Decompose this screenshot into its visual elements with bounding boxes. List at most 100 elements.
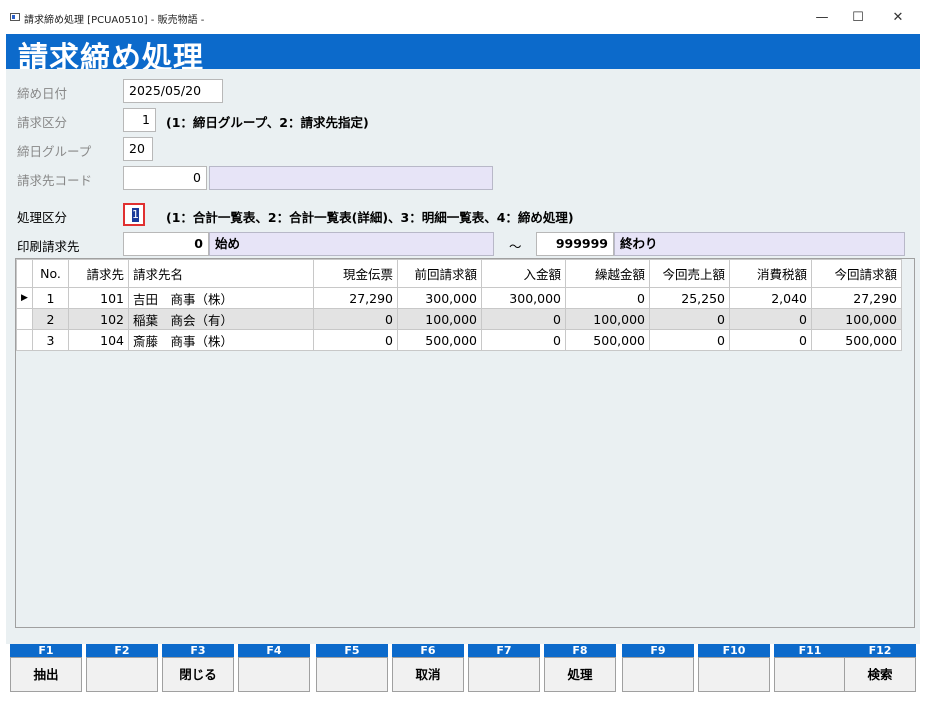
row-selector[interactable] (16, 308, 33, 330)
maximize-button[interactable]: ☐ (838, 4, 878, 32)
row-selector[interactable] (16, 329, 33, 351)
cell-current-sales: 0 (649, 308, 730, 330)
table-row[interactable]: 3 104 斎藤 商事（株） 0 500,000 0 500,000 0 0 5… (16, 329, 902, 351)
f3-action-label[interactable]: 閉じる (162, 657, 234, 692)
closing-group-label: 締日グループ (17, 144, 92, 159)
f1-action-label[interactable]: 抽出 (10, 657, 82, 692)
column-header-customer-name[interactable]: 請求先名 (128, 259, 314, 288)
f11-action-label[interactable] (774, 657, 846, 692)
f2-action-label[interactable] (86, 657, 158, 692)
f6-button[interactable]: F6 取消 (392, 644, 464, 692)
closing-date-label: 締め日付 (17, 86, 68, 101)
cell-current-billing: 100,000 (811, 308, 902, 330)
print-to-code-input[interactable]: 999999 (536, 232, 614, 256)
column-header-no[interactable]: No. (32, 259, 69, 288)
billing-type-input[interactable]: 1 (123, 108, 156, 132)
f2-button[interactable]: F2 (86, 644, 158, 692)
row-selector-header (16, 259, 33, 288)
f6-action-label[interactable]: 取消 (392, 657, 464, 692)
billing-grid: No. 請求先 請求先名 現金伝票 前回請求額 入金額 繰越金額 今回売上額 消… (15, 258, 915, 628)
close-button[interactable]: ✕ (878, 4, 918, 32)
current-row-indicator-icon[interactable]: ▶ (16, 287, 33, 309)
closing-group-input[interactable]: 20 (123, 137, 153, 161)
cell-no: 3 (32, 329, 69, 351)
column-header-current-billing[interactable]: 今回請求額 (811, 259, 902, 288)
cell-carryover: 100,000 (565, 308, 650, 330)
column-header-tax[interactable]: 消費税額 (729, 259, 812, 288)
column-header-carryover[interactable]: 繰越金額 (565, 259, 650, 288)
cell-previous-billing: 100,000 (397, 308, 482, 330)
cell-cash-slip: 0 (313, 308, 398, 330)
customer-code-label: 請求先コード (17, 173, 93, 188)
cell-carryover: 500,000 (565, 329, 650, 351)
cell-no: 2 (32, 308, 69, 330)
f12-button[interactable]: F12 検索 (844, 644, 916, 692)
cell-carryover: 0 (565, 287, 650, 309)
function-key-bar: F1 抽出 F2 F3 閉じる F4 F5 F6 取消 F7 F8 処理 F9 F10 … (10, 644, 916, 694)
cell-customer-name: 斎藤 商事（株） (128, 329, 314, 351)
cell-tax: 0 (729, 329, 812, 351)
cell-current-billing: 500,000 (811, 329, 902, 351)
f4-action-label[interactable] (238, 657, 310, 692)
f9-button[interactable]: F9 (622, 644, 694, 692)
f9-action-label[interactable] (622, 657, 694, 692)
f4-key-label: F4 (238, 644, 310, 657)
column-header-cash-slip[interactable]: 現金伝票 (313, 259, 398, 288)
main-panel: 締め日付 2025/05/20 請求区分 1 (1：締日グループ、2：請求先指定… (6, 69, 920, 644)
f12-action-label[interactable]: 検索 (844, 657, 916, 692)
f5-button[interactable]: F5 (316, 644, 388, 692)
customer-code-input[interactable]: 0 (123, 166, 207, 190)
billing-table: No. 請求先 請求先名 現金伝票 前回請求額 入金額 繰越金額 今回売上額 消… (16, 259, 902, 351)
f7-button[interactable]: F7 (468, 644, 540, 692)
f1-key-label: F1 (10, 644, 82, 657)
f3-button[interactable]: F3 閉じる (162, 644, 234, 692)
process-type-value: 1 (132, 208, 139, 222)
customer-name-field (209, 166, 493, 190)
f11-button[interactable]: F11 (774, 644, 846, 692)
cell-customer-name: 稲葉 商会（有） (128, 308, 314, 330)
app-icon (10, 13, 20, 21)
print-range-label: 印刷請求先 (17, 239, 80, 254)
f8-button[interactable]: F8 処理 (544, 644, 616, 692)
window-title: 請求締め処理 [PCUA0510] - 販売物語 - (24, 15, 205, 26)
table-header-row: No. 請求先 請求先名 現金伝票 前回請求額 入金額 繰越金額 今回売上額 消… (16, 259, 902, 288)
f10-action-label[interactable] (698, 657, 770, 692)
print-from-name-field: 始め (209, 232, 494, 256)
f6-key-label: F6 (392, 644, 464, 657)
f8-action-label[interactable]: 処理 (544, 657, 616, 692)
cell-current-sales: 0 (649, 329, 730, 351)
cell-current-sales: 25,250 (649, 287, 730, 309)
cell-payment: 0 (481, 329, 566, 351)
f7-key-label: F7 (468, 644, 540, 657)
cell-customer-code: 102 (68, 308, 129, 330)
f5-action-label[interactable] (316, 657, 388, 692)
column-header-customer-code[interactable]: 請求先 (68, 259, 129, 288)
closing-date-input[interactable]: 2025/05/20 (123, 79, 223, 103)
f11-key-label: F11 (774, 644, 846, 657)
print-from-code-input[interactable]: 0 (123, 232, 209, 256)
cell-cash-slip: 0 (313, 329, 398, 351)
cell-current-billing: 27,290 (811, 287, 902, 309)
window-titlebar: 請求締め処理 [PCUA0510] - 販売物語 - — ☐ ✕ (0, 0, 926, 34)
cell-payment: 300,000 (481, 287, 566, 309)
table-row[interactable]: 2 102 稲葉 商会（有） 0 100,000 0 100,000 0 0 1… (16, 308, 902, 330)
table-row[interactable]: ▶ 1 101 吉田 商事（株） 27,290 300,000 300,000 … (16, 287, 902, 309)
f3-key-label: F3 (162, 644, 234, 657)
process-type-hint: (1：合計一覧表、2：合計一覧表(詳細)、3：明細一覧表、4：締め処理) (166, 210, 574, 225)
process-type-input[interactable]: 1 (123, 203, 145, 226)
cell-customer-code: 101 (68, 287, 129, 309)
cell-payment: 0 (481, 308, 566, 330)
page-banner: 請求締め処理 (6, 34, 920, 76)
cell-cash-slip: 27,290 (313, 287, 398, 309)
cell-tax: 2,040 (729, 287, 812, 309)
f1-button[interactable]: F1 抽出 (10, 644, 82, 692)
column-header-previous-billing[interactable]: 前回請求額 (397, 259, 482, 288)
f5-key-label: F5 (316, 644, 388, 657)
column-header-payment[interactable]: 入金額 (481, 259, 566, 288)
f7-action-label[interactable] (468, 657, 540, 692)
column-header-current-sales[interactable]: 今回売上額 (649, 259, 730, 288)
cell-customer-name: 吉田 商事（株） (128, 287, 314, 309)
minimize-button[interactable]: — (802, 4, 842, 32)
f4-button[interactable]: F4 (238, 644, 310, 692)
f10-button[interactable]: F10 (698, 644, 770, 692)
